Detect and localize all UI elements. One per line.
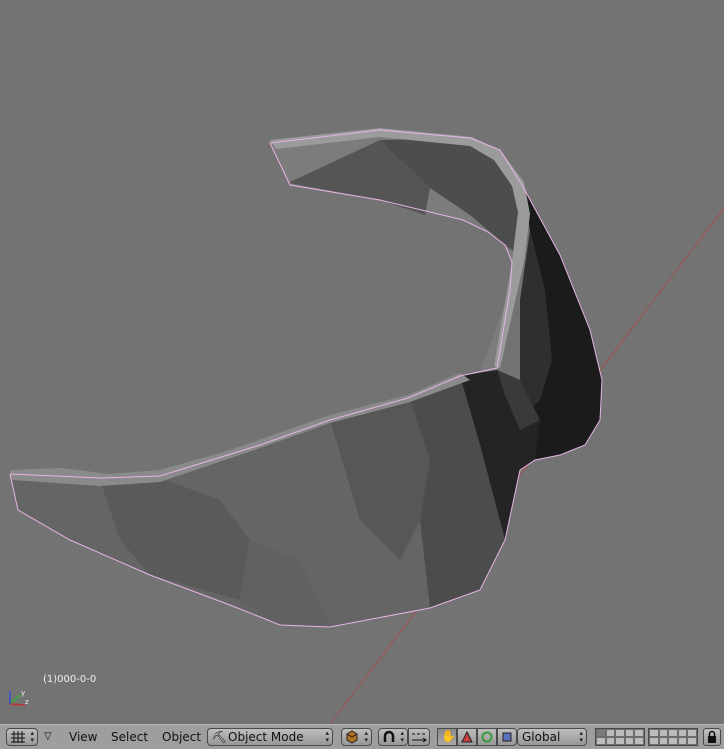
svg-text:y: y	[21, 689, 25, 697]
layer-button[interactable]	[605, 737, 616, 745]
svg-text:z: z	[25, 698, 29, 706]
layer-button[interactable]	[658, 737, 669, 745]
shading-cube-icon	[346, 730, 358, 744]
hand-icon: ✋	[441, 729, 456, 743]
axis-gizmo: y z	[9, 689, 29, 706]
layer-button[interactable]	[668, 729, 678, 737]
scene-render	[9, 128, 724, 724]
translate-manipulator[interactable]	[457, 728, 477, 746]
layer-button[interactable]	[687, 737, 697, 745]
mode-selector[interactable]: ⛏ Object Mode ▴ ▾	[207, 728, 333, 746]
layer-button[interactable]	[687, 729, 697, 737]
layer-button[interactable]	[658, 729, 669, 737]
layer-button[interactable]	[615, 729, 625, 737]
updown-arrows-icon: ▴ ▾	[579, 729, 583, 744]
layers-group-1[interactable]	[595, 728, 645, 746]
updown-arrows-icon: ▴ ▾	[30, 729, 34, 744]
editor-type-button[interactable]: ▴ ▾	[6, 728, 38, 746]
snap-icon	[412, 733, 427, 743]
lock-button[interactable]	[703, 728, 721, 746]
layer-button[interactable]	[605, 729, 616, 737]
menu-object[interactable]: Object	[162, 729, 201, 745]
layers-group-2[interactable]	[648, 728, 698, 746]
layer-button[interactable]	[596, 729, 606, 737]
layer-button[interactable]	[649, 729, 659, 737]
layer-button[interactable]	[634, 737, 644, 745]
layer-button[interactable]	[596, 737, 606, 745]
layer-button[interactable]	[677, 729, 688, 737]
magnet-icon	[383, 730, 395, 742]
circle-icon	[481, 731, 493, 743]
orientation-label: Global	[522, 730, 561, 744]
mode-label: Object Mode	[228, 730, 304, 744]
object-mode-icon: ⛏	[212, 730, 228, 744]
grid-icon	[11, 731, 25, 743]
menu-view[interactable]: View	[69, 729, 97, 745]
manipulator-toggle[interactable]: ✋	[437, 728, 457, 746]
draw-type-button[interactable]: ▴ ▾	[341, 728, 372, 746]
rotate-manipulator[interactable]	[477, 728, 497, 746]
layer-button[interactable]	[668, 737, 678, 745]
layer-button[interactable]	[634, 729, 644, 737]
3d-viewport[interactable]: y z (1)000-0-0	[0, 0, 724, 724]
updown-arrows-icon: ▴ ▾	[400, 729, 404, 744]
snap-button[interactable]	[408, 728, 430, 746]
layer-button[interactable]	[677, 737, 688, 745]
updown-arrows-icon: ▴ ▾	[364, 729, 368, 744]
object-name-label: (1)000-0-0	[43, 674, 97, 685]
square-icon	[502, 732, 512, 742]
updown-arrows-icon: ▴ ▾	[325, 729, 329, 744]
orientation-selector[interactable]: Global ▴ ▾	[517, 728, 587, 746]
layer-button[interactable]	[624, 737, 635, 745]
pivot-button[interactable]: ▴ ▾	[378, 728, 408, 746]
menu-select[interactable]: Select	[111, 729, 148, 745]
viewport-header: ▴ ▾ ▽ View Select Object ⛏ Object Mode ▴ ▾…	[0, 724, 724, 749]
lock-icon	[708, 730, 716, 743]
layer-button[interactable]	[615, 737, 625, 745]
scale-manipulator[interactable]	[497, 728, 517, 746]
layer-button[interactable]	[649, 737, 659, 745]
collapse-menu-icon[interactable]: ▽	[44, 729, 52, 745]
triangle-icon	[461, 731, 473, 743]
layer-button[interactable]	[624, 729, 635, 737]
